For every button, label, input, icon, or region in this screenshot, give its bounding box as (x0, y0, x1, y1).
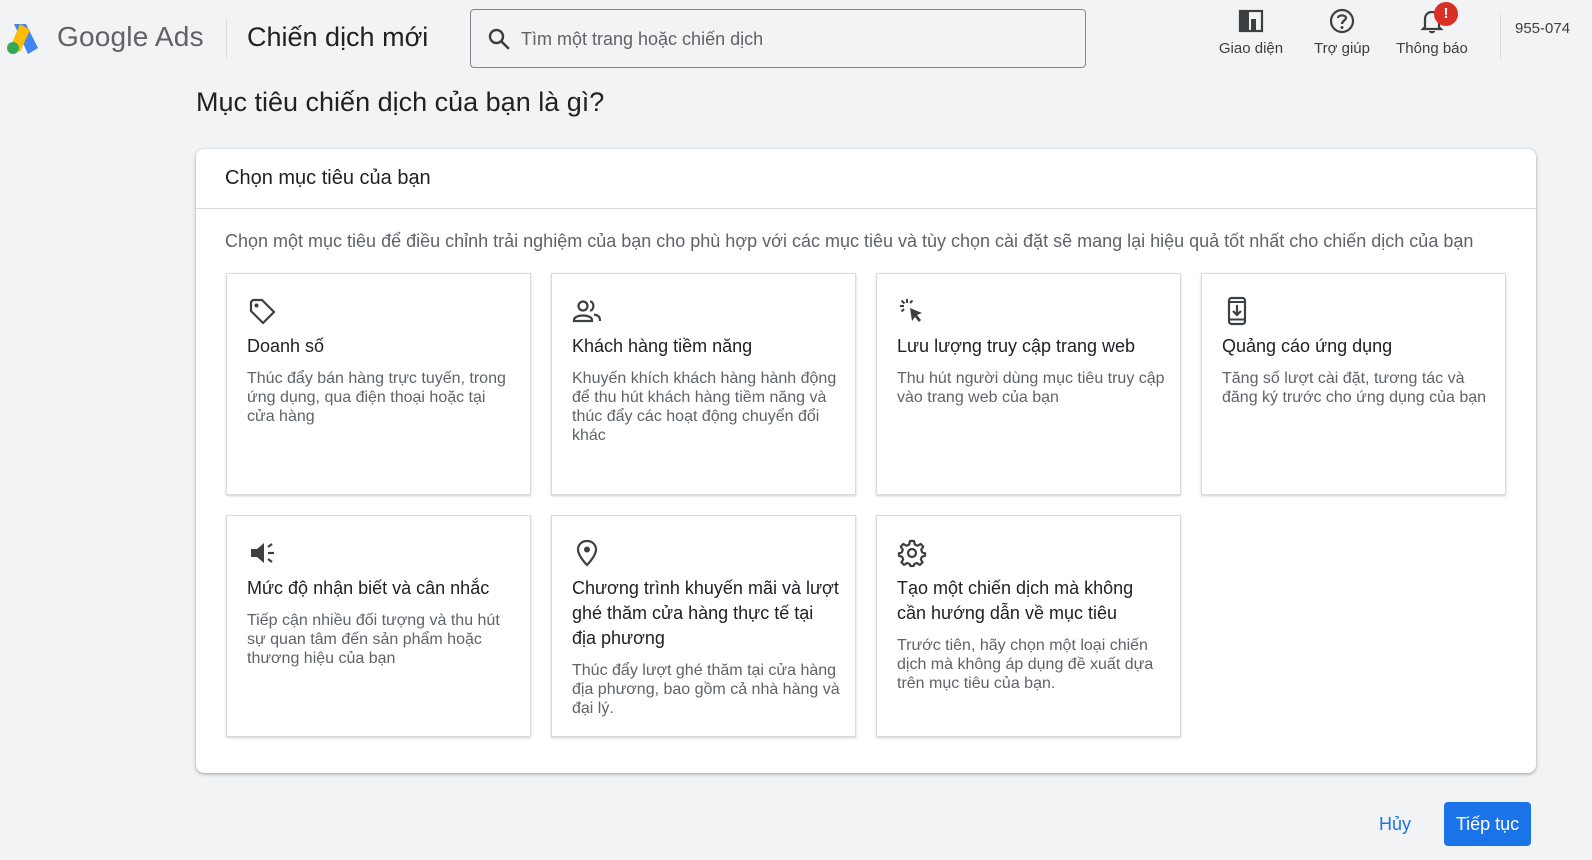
search-box[interactable] (470, 9, 1086, 68)
cursor-click-icon (900, 299, 922, 322)
tag-icon (249, 298, 276, 325)
help-label: Trợ giúp (1314, 40, 1370, 57)
goal-option-no-guidance[interactable]: Tạo một chiến dịch mà không cần hướng dẫ… (876, 515, 1181, 737)
goal-description: Thúc đẩy lượt ghé thăm tại cửa hàng địa … (572, 662, 840, 717)
card-title: Chọn mục tiêu của bạn (225, 167, 431, 189)
goal-title: Mức độ nhận biết và cân nhắc (247, 578, 490, 598)
product-name: Google Ads (57, 21, 204, 52)
goal-question-heading: Mục tiêu chiến dịch của bạn là gì? (196, 87, 605, 117)
notification-badge: ! (1434, 2, 1458, 26)
notifications-button[interactable]: ! Thông báo (1394, 2, 1470, 64)
goal-option-awareness[interactable]: Mức độ nhận biết và cân nhắc Tiếp cận nh… (226, 515, 531, 737)
help-button[interactable]: Trợ giúp (1310, 6, 1374, 64)
goal-title: Chương trình khuyến mãi và lượt ghé thăm… (572, 578, 839, 648)
goal-title: Quảng cáo ứng dụng (1222, 336, 1393, 356)
goal-description: Tăng số lượt cài đặt, tương tác và đăng … (1222, 370, 1487, 406)
goal-option-leads[interactable]: Khách hàng tiềm năng Khuyến khích khách … (551, 273, 856, 495)
header-divider (1500, 14, 1501, 60)
goal-description: Trước tiên, hãy chọn một loại chiến dịch… (897, 637, 1154, 692)
header-divider (226, 18, 227, 58)
goal-option-app-promotion[interactable]: Quảng cáo ứng dụng Tăng số lượt cài đặt,… (1201, 273, 1506, 495)
goal-description: Thu hút người dùng mục tiêu truy cập vào… (897, 370, 1165, 406)
card-description: Chọn một mục tiêu để điều chỉnh trải ngh… (225, 231, 1474, 251)
goal-title: Tạo một chiến dịch mà không cần hướng dẫ… (897, 578, 1134, 623)
goal-description: Tiếp cận nhiều đối tượng và thu hút sự q… (247, 612, 500, 667)
appearance-button[interactable]: Giao diện (1214, 6, 1288, 64)
page-title: Chiến dịch mới (247, 22, 429, 52)
goal-title: Doanh số (247, 336, 325, 356)
goal-description: Khuyến khích khách hàng hành động để thu… (572, 370, 837, 444)
appearance-label: Giao diện (1218, 40, 1284, 57)
google-ads-logo-icon[interactable] (4, 20, 44, 56)
goal-option-sales[interactable]: Doanh số Thúc đẩy bán hàng trực tuyến, t… (226, 273, 531, 495)
megaphone-icon (251, 543, 274, 563)
goal-selection-card: Chọn mục tiêu của bạn Chọn một mục tiêu … (196, 149, 1536, 773)
gear-icon (897, 539, 927, 568)
search-icon (488, 28, 510, 50)
goal-title: Lưu lượng truy cập trang web (897, 336, 1136, 356)
goal-option-local-store-visits[interactable]: Chương trình khuyến mãi và lượt ghé thăm… (551, 515, 856, 737)
account-id[interactable]: 955-074 (1515, 20, 1570, 37)
search-input[interactable] (521, 20, 1061, 58)
goal-description: Thúc đẩy bán hàng trực tuyến, trong ứng … (247, 370, 506, 425)
appearance-icon (1238, 9, 1264, 33)
card-divider (196, 208, 1536, 209)
goal-title: Khách hàng tiềm năng (572, 336, 753, 356)
help-icon (1329, 8, 1355, 34)
location-pin-icon (576, 539, 598, 567)
top-app-bar: Google Ads Chiến dịch mới Giao diện Trợ … (0, 0, 1592, 78)
cancel-button[interactable]: Hủy (1365, 803, 1425, 845)
notifications-label: Thông báo (1396, 40, 1468, 57)
goal-option-website-traffic[interactable]: Lưu lượng truy cập trang web Thu hút ngư… (876, 273, 1181, 495)
phone-download-icon (1227, 296, 1247, 326)
continue-button[interactable]: Tiếp tục (1444, 802, 1531, 846)
people-icon (572, 300, 602, 323)
